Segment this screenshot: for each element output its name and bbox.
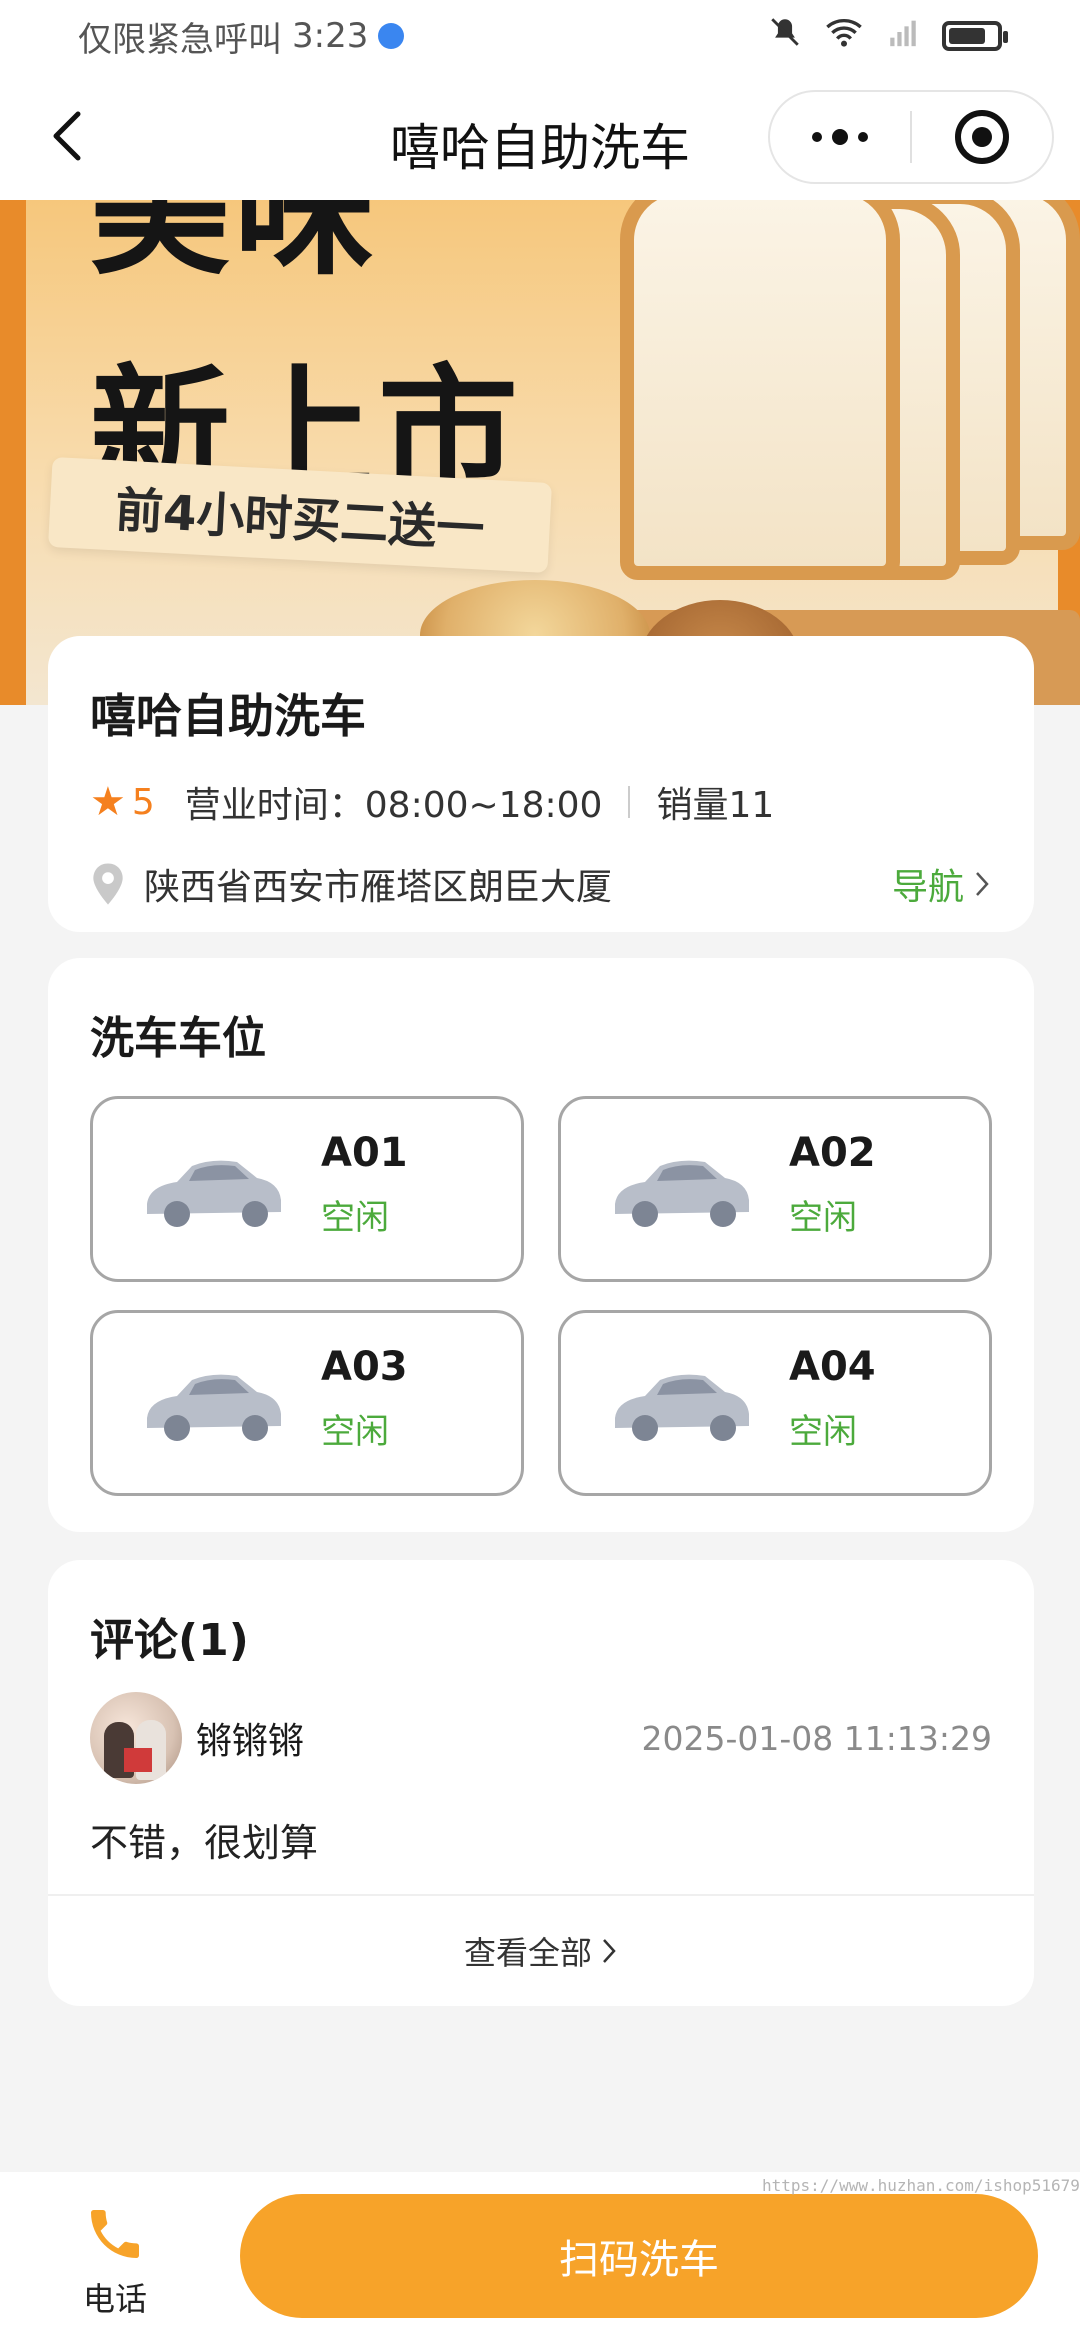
promo-banner[interactable]: 美味 新上市 前4小时买二送一 [0,200,1080,705]
nav-bar: 嘻哈自助洗车 [0,72,1080,200]
mute-bell-icon [768,15,802,57]
store-rating: 5 [131,781,155,823]
spot-code: A01 [321,1129,408,1176]
spot-status: 空闲 [321,1197,389,1238]
reviews-content: 评论(1) 锵锵锵 2025-01-08 11:13:29 不错，很划算 [48,1560,1034,1867]
wifi-icon [824,15,864,57]
store-meta: ★ 5 营业时间：08:00~18:00 销量11 [90,776,992,828]
view-all-label: 查看全部 [463,1934,592,1972]
more-dots-icon [812,129,868,145]
status-right [768,15,1008,57]
spot-status: 空闲 [789,1197,857,1238]
spot-card-a04[interactable]: A04 空闲 [558,1310,992,1496]
banner-edge-left [0,200,26,705]
chevron-right-icon [976,872,989,896]
chevron-right-icon [603,1939,616,1963]
phone-label: 电话 [82,2280,147,2318]
watermark: https://www.huzhan.com/ishop51679 [762,2176,1080,2195]
store-info-card: 嘻哈自助洗车 ★ 5 营业时间：08:00~18:00 销量11 陕西省西安市雁… [48,636,1034,932]
spot-info: A01 空闲 [321,1130,408,1239]
section-title: 评论(1) [90,1615,249,1666]
location-pin-icon [93,863,123,905]
avatar [90,1692,182,1784]
close-miniprogram-button[interactable] [912,92,1052,182]
spot-card-a02[interactable]: A02 空闲 [558,1096,992,1282]
car-icon [147,1160,281,1227]
spot-info: A02 空闲 [789,1130,876,1239]
reviewer-name: 锵锵锵 [196,1721,305,1762]
phone-icon [91,2210,139,2258]
car-icon [615,1160,749,1227]
status-left: 仅限紧急呼叫 3:23 [78,12,405,61]
spot-card-a03[interactable]: A03 空闲 [90,1310,524,1496]
section-title: 洗车车位 [90,1013,266,1064]
hd-icon [378,23,405,49]
star-icon: ★ [90,779,126,825]
store-hours: 营业时间：08:00~18:00 [184,785,603,826]
status-time: 3:23 [292,16,369,56]
carrier-text: 仅限紧急呼叫 [78,19,282,60]
car-icon [615,1374,749,1441]
review-time: 2025-01-08 11:13:29 [641,1718,992,1758]
spot-code: A03 [321,1343,408,1390]
wash-spots-card: 洗车车位 A01 空闲 A02 空闲 A03 空闲 A04 空闲 [48,958,1034,1532]
review-item: 锵锵锵 2025-01-08 11:13:29 [90,1692,992,1784]
spot-status: 空闲 [321,1411,389,1452]
battery-icon [942,21,1008,51]
scan-wash-button[interactable]: 扫码洗车 [240,2194,1038,2318]
review-text: 不错，很划算 [90,1821,319,1865]
store-sales: 销量11 [656,785,775,826]
spot-code: A02 [789,1129,876,1176]
navigate-link[interactable]: 导航 [892,858,992,910]
car-icon [147,1374,281,1441]
store-address: 陕西省西安市雁塔区朗臣大厦 [144,867,613,908]
spot-info: A04 空闲 [789,1344,876,1453]
reviews-card: 评论(1) 锵锵锵 2025-01-08 11:13:29 不错，很划算 查看全… [48,1560,1034,2006]
navigate-label: 导航 [891,867,964,908]
spot-code: A04 [789,1343,876,1390]
banner-headline-1: 美味 [90,200,379,295]
spots-grid: A01 空闲 A02 空闲 A03 空闲 A04 空闲 [90,1096,992,1496]
spot-status: 空闲 [789,1411,857,1452]
meta-divider [628,786,631,818]
bottom-action-bar: 电话 扫码洗车 [0,2172,1080,2340]
address-row: 陕西省西安市雁塔区朗臣大厦 导航 [90,858,992,910]
view-all-reviews-button[interactable]: 查看全部 [48,1894,1034,2006]
target-icon [955,110,1009,164]
phone-button[interactable]: 电话 [60,2202,170,2320]
store-name: 嘻哈自助洗车 [90,689,366,743]
spot-card-a01[interactable]: A01 空闲 [90,1096,524,1282]
mini-program-capsule [768,90,1054,184]
signal-icon [886,15,920,57]
status-bar: 仅限紧急呼叫 3:23 [0,0,1080,72]
more-button[interactable] [770,92,910,182]
spot-info: A03 空闲 [321,1344,408,1453]
bread-slice-image [620,200,900,580]
